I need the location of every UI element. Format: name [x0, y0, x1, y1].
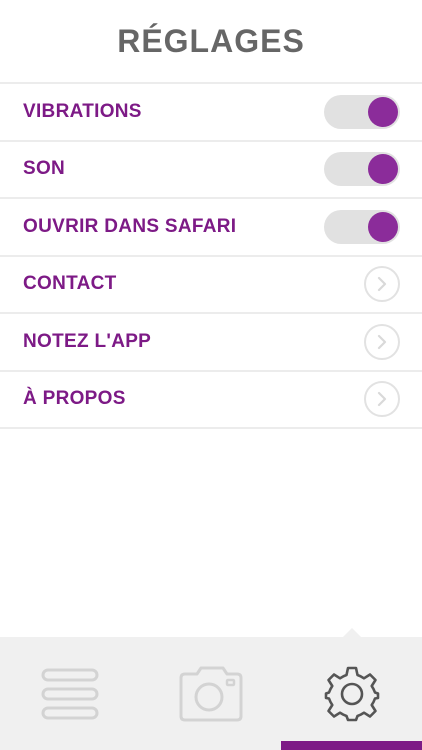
- settings-label-contact: CONTACT: [23, 273, 117, 295]
- chevron-right-icon: [377, 277, 387, 292]
- toggle-knob: [368, 154, 398, 185]
- settings-label-about: À PROPOS: [23, 388, 126, 410]
- settings-label-son: SON: [23, 158, 66, 180]
- safari-toggle[interactable]: [324, 209, 400, 244]
- settings-label-rate: NOTEZ L'APP: [23, 330, 152, 352]
- settings-list: VIBRATIONS SON OUVRIR DANS SAFARI CONTAC…: [0, 84, 422, 429]
- list-icon: [41, 668, 99, 719]
- tab-bar: [0, 628, 422, 750]
- toggle-knob: [368, 96, 398, 127]
- settings-row-contact[interactable]: CONTACT: [0, 257, 422, 314]
- chevron-right-icon: [377, 334, 387, 349]
- page-title: RÉGLAGES: [117, 22, 305, 59]
- settings-label-safari: OUVRIR DANS SAFARI: [23, 215, 237, 237]
- toggle-knob: [368, 211, 398, 242]
- gear-icon: [324, 666, 379, 721]
- tab-settings[interactable]: [281, 628, 422, 750]
- son-toggle[interactable]: [324, 152, 400, 187]
- active-tab-indicator: [281, 741, 422, 750]
- tab-camera[interactable]: [141, 637, 282, 750]
- active-tab-notch: [341, 628, 362, 638]
- settings-row-vibrations: VIBRATIONS: [0, 84, 422, 142]
- header: RÉGLAGES: [0, 0, 422, 84]
- rate-chevron-button[interactable]: [364, 323, 400, 360]
- chevron-right-icon: [377, 392, 387, 407]
- about-chevron-button[interactable]: [364, 381, 400, 418]
- settings-row-rate[interactable]: NOTEZ L'APP: [0, 314, 422, 372]
- settings-row-son: SON: [0, 142, 422, 199]
- vibrations-toggle[interactable]: [324, 94, 400, 129]
- settings-row-safari: OUVRIR DANS SAFARI: [0, 199, 422, 257]
- settings-label-vibrations: VIBRATIONS: [23, 100, 142, 122]
- camera-icon: [179, 666, 243, 721]
- settings-row-about[interactable]: À PROPOS: [0, 372, 422, 429]
- tab-list[interactable]: [0, 637, 141, 750]
- contact-chevron-button[interactable]: [364, 266, 400, 303]
